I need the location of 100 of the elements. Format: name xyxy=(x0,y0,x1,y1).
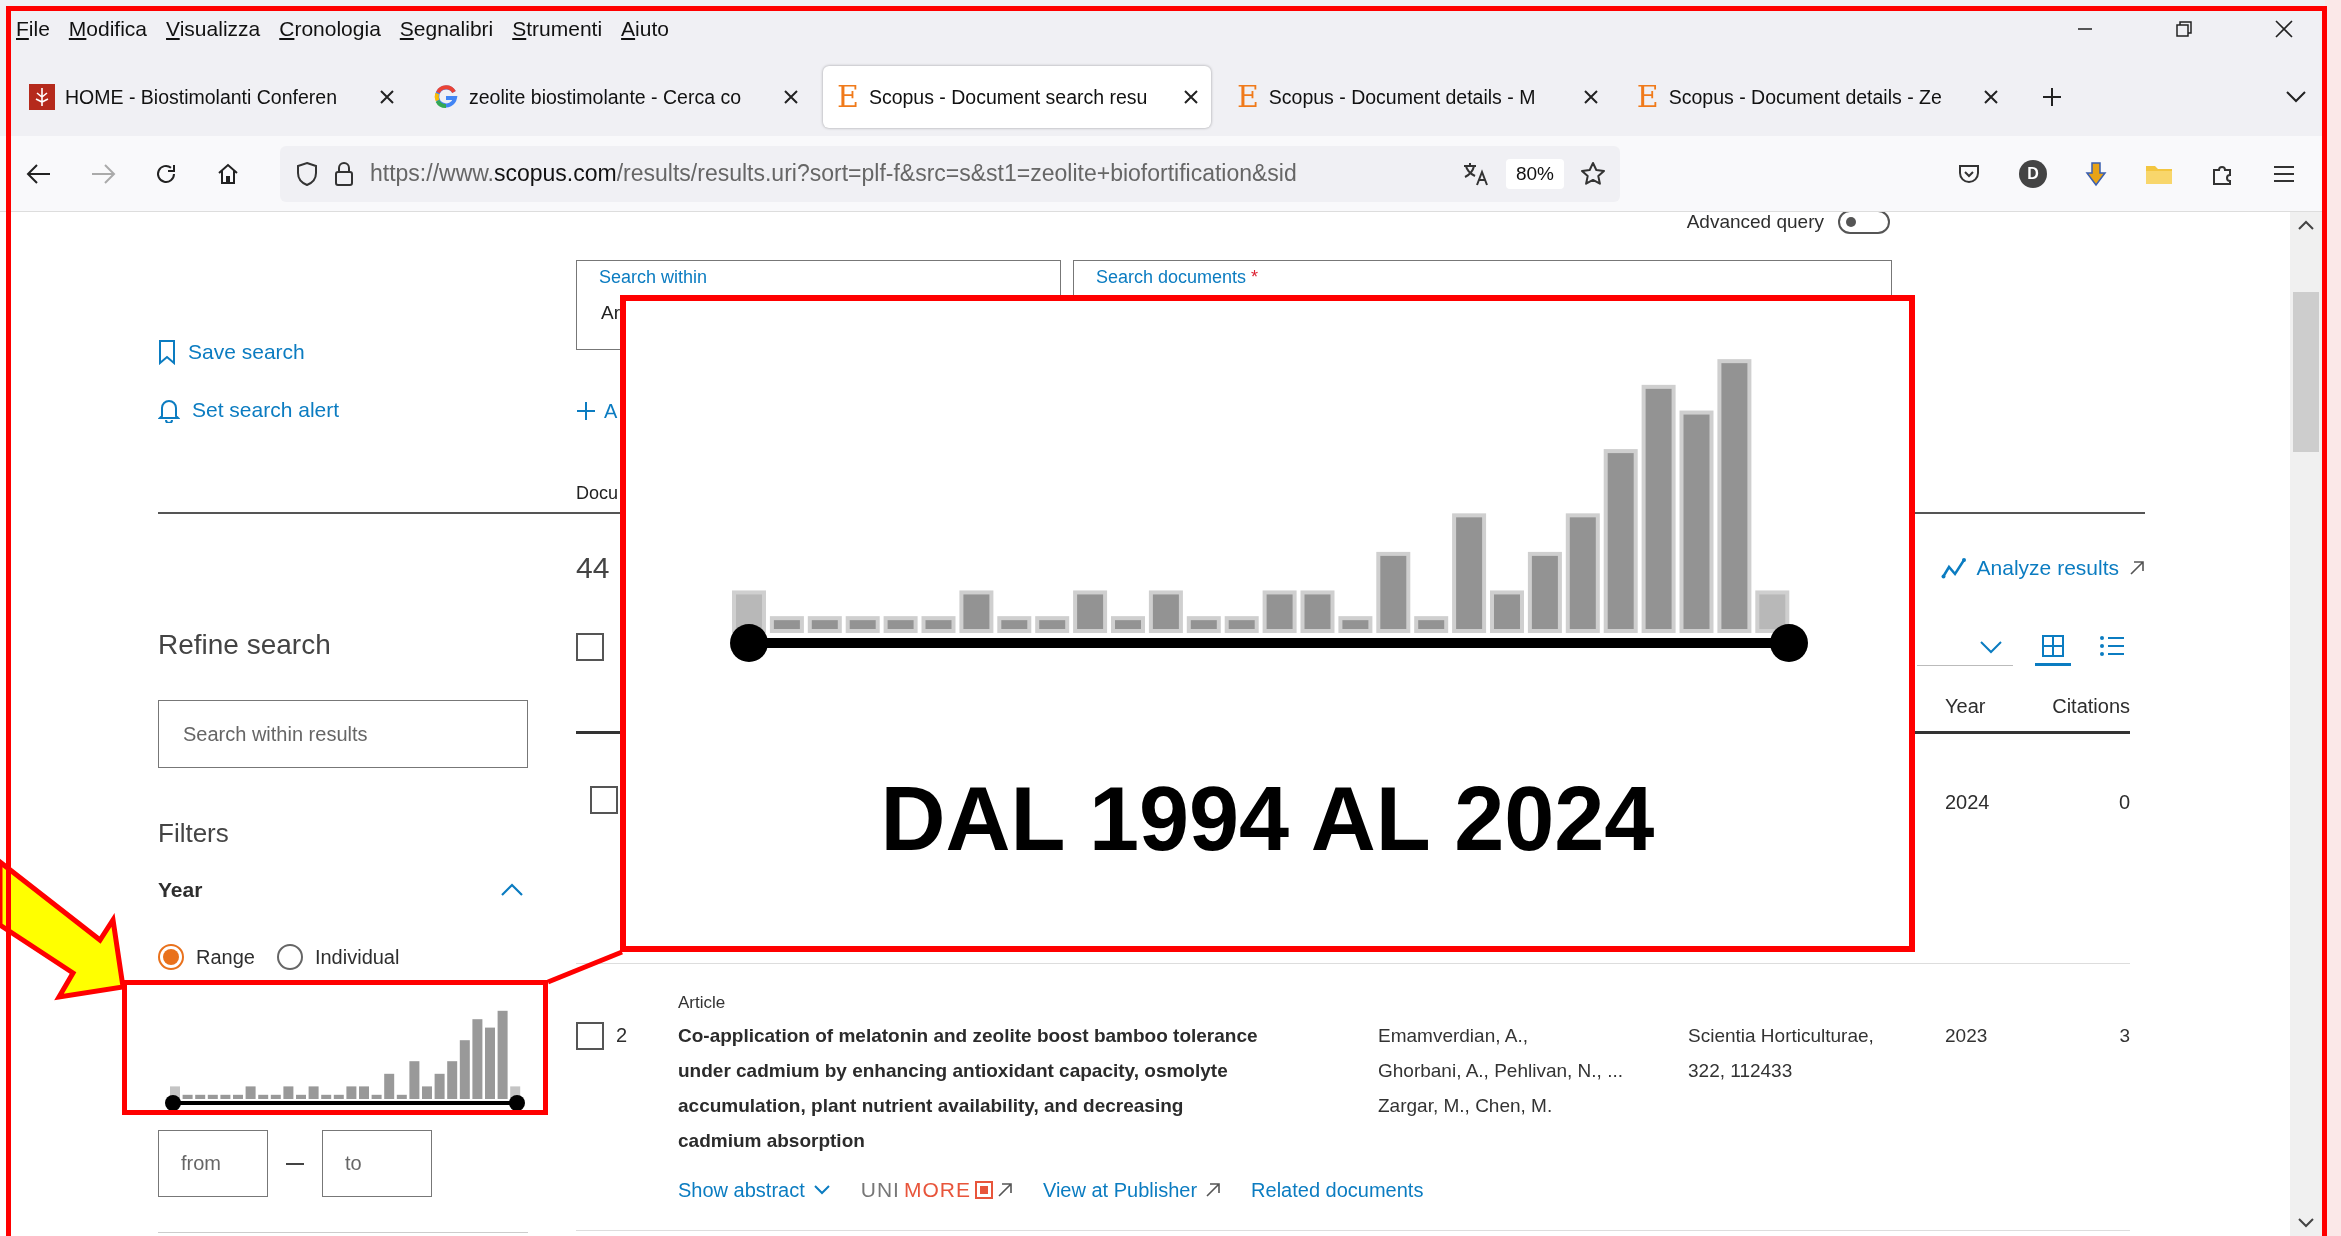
address-bar[interactable]: https://www.scopus.com/results/results.uri?sort=plf-f&src=s&st1=zeolite+biofortification&sid 80% xyxy=(280,145,1620,202)
menu-item[interactable]: Modifica xyxy=(68,17,148,41)
back-icon[interactable] xyxy=(26,162,52,185)
menu-item[interactable]: Visualizza xyxy=(166,17,261,41)
radio-button[interactable] xyxy=(158,944,184,970)
profile-avatar[interactable]: D xyxy=(2019,159,2047,188)
histogram-bar xyxy=(1111,616,1145,633)
star-icon[interactable] xyxy=(1580,160,1606,187)
histogram-bar xyxy=(220,1094,231,1099)
set-search-alert-link[interactable]: Set search alert xyxy=(158,392,528,428)
toggle-switch[interactable] xyxy=(1838,212,1890,234)
radio-option[interactable]: Range xyxy=(158,944,255,970)
histogram-bar xyxy=(359,1086,369,1099)
chevron-icon[interactable] xyxy=(500,883,524,897)
histogram-bar xyxy=(997,616,1032,633)
add-field-link[interactable]: A xyxy=(604,399,618,423)
chevron-down-icon xyxy=(1979,639,2003,654)
histogram-bar xyxy=(845,616,880,633)
table-cell-text: 0 xyxy=(2117,791,2130,814)
browser-tab[interactable]: zeolite biostimolante - Cerca co xyxy=(419,66,811,128)
documents-tab[interactable]: Docu xyxy=(576,478,619,508)
to-year-field[interactable]: to xyxy=(322,1130,432,1197)
shield-icon[interactable] xyxy=(296,160,318,187)
histogram-bar xyxy=(1148,590,1183,633)
bookmark-icon xyxy=(158,339,176,365)
field-value-text: Ar xyxy=(601,301,620,325)
close-tab-icon[interactable] xyxy=(1582,89,1599,105)
new-tab-icon[interactable] xyxy=(2040,86,2063,108)
histogram-bar xyxy=(434,1073,445,1099)
scroll-down-icon[interactable] xyxy=(2298,1218,2314,1228)
slider-handle[interactable] xyxy=(509,1095,525,1110)
from-year-field[interactable]: from xyxy=(158,1130,268,1197)
scrollbar[interactable] xyxy=(2290,212,2322,1236)
menu-item[interactable]: Segnalibri xyxy=(399,17,494,41)
scroll-thumb[interactable] xyxy=(2293,292,2319,452)
menu-item[interactable]: Strumenti xyxy=(512,17,603,41)
browser-tab[interactable]: E Scopus - Document details - M xyxy=(1222,66,1611,128)
browser-tab[interactable]: E Scopus - Document search resu xyxy=(823,66,1211,128)
pocket-icon[interactable] xyxy=(1957,162,1981,185)
restore-icon[interactable] xyxy=(2175,20,2193,38)
scroll-up-icon[interactable] xyxy=(2298,220,2314,230)
histogram-bar xyxy=(283,1086,294,1099)
radio-button[interactable] xyxy=(276,944,303,970)
close-tab-icon[interactable] xyxy=(783,89,799,105)
close-tab-icon[interactable] xyxy=(379,89,395,105)
histogram-bar xyxy=(883,616,918,633)
histogram-bar xyxy=(296,1094,306,1099)
radio-option[interactable]: Individual xyxy=(276,944,400,970)
row-checkbox[interactable] xyxy=(590,786,618,814)
histogram-bar xyxy=(182,1094,193,1099)
year-filter-title: Year xyxy=(158,878,203,902)
slider-handle xyxy=(730,624,768,662)
bell-icon xyxy=(158,397,180,423)
column-header: Year xyxy=(1945,694,1987,718)
line-chart-icon xyxy=(1940,557,1967,579)
zoom-level[interactable]: 80% xyxy=(1505,158,1564,189)
view-at-publisher-link[interactable]: View at Publisher xyxy=(1042,1178,1222,1202)
download-arrow-icon[interactable] xyxy=(2085,160,2107,187)
show-abstract-link[interactable]: Show abstract xyxy=(678,1178,831,1202)
browser-tab[interactable]: E Scopus - Document details - Ze xyxy=(1622,66,2011,128)
google-g-icon xyxy=(433,84,459,110)
close-tab-icon[interactable] xyxy=(1182,89,1199,105)
save-search-link[interactable]: Save search xyxy=(158,334,528,370)
document-title[interactable]: Co-application of melatonin and zeolite boost bamboo tolerance under cadmium by enhancing antioxidant capacity, osmolyte accumulation, plant nutrient availability, and decreasing cadmium absorption xyxy=(678,1018,1378,1158)
menu-item[interactable]: Cronologia xyxy=(279,17,381,41)
histogram-bar xyxy=(233,1094,243,1099)
menu-item[interactable]: File xyxy=(16,17,50,41)
histogram-bar xyxy=(308,1086,319,1099)
library-link[interactable]: UNI MORE xyxy=(860,1178,1013,1202)
filters-title: Filters xyxy=(158,817,230,850)
plus-icon[interactable] xyxy=(576,401,596,421)
tab-favicon: E xyxy=(837,82,859,112)
translate-icon[interactable] xyxy=(1461,160,1490,187)
histogram-bar xyxy=(921,616,956,633)
browser-tab[interactable]: HOME - Biostimolanti Conferen xyxy=(15,66,407,128)
analyze-results-link[interactable]: Analyze results xyxy=(1940,556,2145,580)
select-all-checkbox[interactable] xyxy=(576,633,604,661)
tab-favicon: E xyxy=(1636,82,1659,112)
lock-icon[interactable] xyxy=(334,160,354,187)
result-count: 44 xyxy=(576,551,610,585)
related-documents-link[interactable]: Related documents xyxy=(1251,1178,1424,1202)
histogram-bar xyxy=(409,1061,420,1099)
search-within-results-field[interactable]: Search within results xyxy=(158,700,528,768)
home-icon[interactable] xyxy=(216,161,240,186)
slider-handle[interactable] xyxy=(165,1095,181,1110)
chevron-down-icon[interactable] xyxy=(2285,90,2307,104)
histogram-bar xyxy=(1338,616,1373,633)
histogram-bar xyxy=(1490,590,1524,633)
menu-icon[interactable] xyxy=(2273,164,2295,183)
close-icon[interactable] xyxy=(2274,19,2294,39)
column-header: Citations xyxy=(2051,694,2130,718)
close-tab-icon[interactable] xyxy=(1982,89,1999,105)
row-checkbox[interactable] xyxy=(576,1022,604,1050)
tree-icon xyxy=(29,84,55,110)
histogram-bar xyxy=(959,590,994,633)
histogram-bar xyxy=(1035,616,1070,633)
menu-item[interactable]: Aiuto xyxy=(621,17,669,41)
histogram-bar xyxy=(769,616,804,633)
list-icon xyxy=(2099,634,2125,657)
chevron-down-icon xyxy=(812,1184,831,1196)
